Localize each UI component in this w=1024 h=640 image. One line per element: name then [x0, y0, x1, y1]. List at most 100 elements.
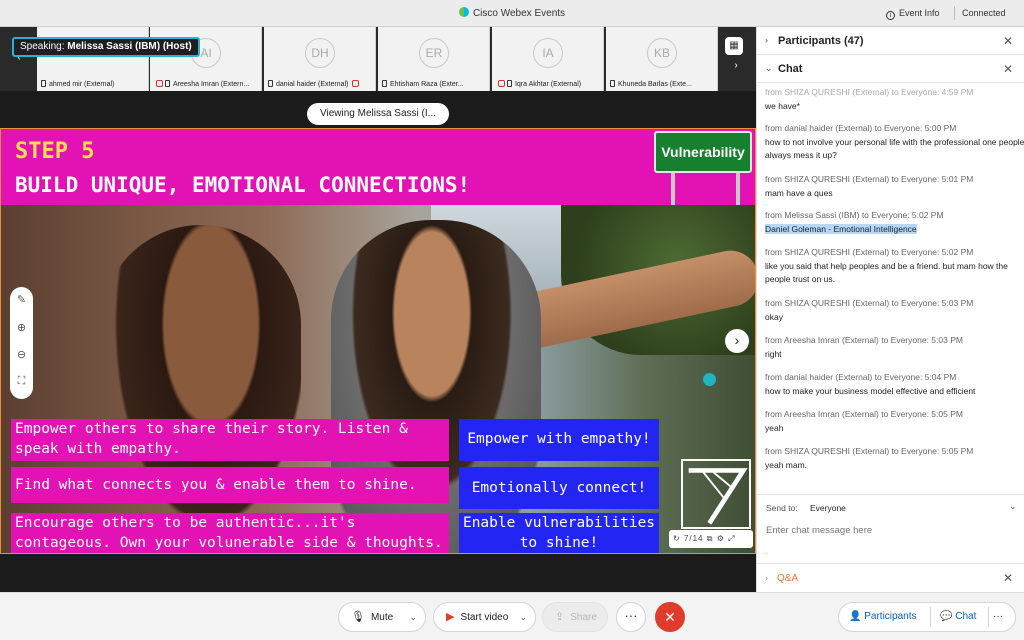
chat-message: from SHIZA QURESHI (External) to Everyon… [765, 247, 1008, 284]
side-panel: › Participants (47) ✕ ⌄ Chat ✕ from SHIZ… [756, 27, 1024, 592]
slide-toolbar: ↻ 7/14 ⧉ ⚙ ⤢ [669, 530, 753, 548]
close-icon[interactable]: ✕ [1003, 62, 1013, 76]
video-off-icon: ▶ [446, 611, 455, 623]
chat-message: from danial haider (External) to Everyon… [765, 372, 976, 396]
share-button[interactable]: ⇪ Share [542, 602, 608, 632]
sign-post [736, 173, 740, 209]
divider [954, 6, 955, 20]
phone-icon [506, 80, 512, 87]
more-button[interactable]: ··· [616, 602, 646, 632]
chevron-down-icon[interactable]: ⌄ [519, 603, 527, 631]
brand-logo [681, 459, 751, 529]
slide-step: STEP 5 [15, 139, 95, 164]
chat-message: from SHIZA QURESHI (External) to Everyon… [765, 174, 974, 198]
event-info-button[interactable]: i Event Info [886, 8, 940, 20]
caption-right: Enable vulnerabilities to shine! [459, 513, 659, 553]
thumbnail-name: ahmed mir (External) [41, 80, 147, 88]
viewing-badge[interactable]: Viewing Melissa Sassi (I... [307, 103, 449, 125]
thumbnail-name: Khuneda Barlas (Exte... [610, 80, 716, 88]
close-icon[interactable]: ✕ [1003, 571, 1013, 585]
thumbnail[interactable]: KB Khuneda Barlas (Exte... [606, 27, 718, 91]
rotate-icon[interactable]: ↻ [673, 534, 681, 543]
phone-icon [382, 80, 387, 87]
thumbnail-name: danial haider (External) [268, 80, 374, 88]
expand-icon[interactable]: ⤢ [728, 534, 735, 543]
highlighted-text[interactable]: Daniel Goleman - Emotional Intelligence [765, 224, 917, 234]
headset-icon [41, 80, 46, 87]
muted-mic-icon [352, 80, 360, 87]
strip-next-button[interactable]: › [727, 57, 745, 75]
thumbnail-name: Areesha Imran (Extern... [154, 80, 260, 88]
microphone-icon: 🎙 [351, 611, 365, 623]
pen-icon[interactable]: ✎ [10, 293, 33, 306]
window-title: Cisco Webex Events [0, 7, 1024, 19]
chat-message: from Areesha Imran (External) to Everyon… [765, 335, 963, 359]
chevron-down-icon: ⌄ [765, 63, 773, 73]
slide-headline: BUILD UNIQUE, EMOTIONAL CONNECTIONS! [15, 173, 471, 197]
chat-message: from danial haider (External) to Everyon… [765, 123, 1024, 160]
muted-mic-icon [156, 80, 163, 87]
thumbnail[interactable]: IA Iqra Akhtar (External) [492, 27, 604, 91]
zoom-in-icon[interactable]: ⊕ [10, 321, 33, 334]
chevron-down-icon[interactable]: ⌄ [409, 603, 417, 631]
connection-status: Connected [962, 8, 1006, 18]
avatar: IA [533, 38, 563, 68]
chevron-right-icon: › [765, 573, 768, 583]
overflow-button[interactable]: ··· [993, 603, 1003, 631]
person-icon: 👤 [849, 611, 862, 622]
chat-button[interactable]: 💬 Chat [940, 603, 976, 631]
sign-post [671, 173, 675, 209]
muted-mic-icon [498, 80, 505, 87]
chat-message: from SHIZA QURESHI (External) to Everyon… [765, 89, 974, 111]
chevron-right-icon: › [765, 35, 768, 45]
zoom-out-icon[interactable]: ⊖ [10, 348, 33, 361]
shared-slide: STEP 5 BUILD UNIQUE, EMOTIONAL CONNECTIO… [0, 128, 756, 554]
phone-icon [164, 80, 170, 87]
slide-next-button[interactable]: › [725, 329, 749, 353]
thumbnail[interactable]: ER Ehtisham Raza (Exter... [378, 27, 490, 91]
participants-header[interactable]: › Participants (47) ✕ [757, 27, 1024, 55]
qa-header[interactable]: › Q&A ✕ [757, 563, 1024, 591]
layout-icon[interactable]: ▦ [725, 37, 743, 55]
participants-button[interactable]: 👤 Participants [849, 603, 916, 631]
chat-icon: 💬 [940, 611, 953, 622]
avatar: ER [419, 38, 449, 68]
thumbnail-name: Ehtisham Raza (Exter... [382, 80, 488, 88]
chevron-down-icon[interactable]: ⌄ [1009, 501, 1017, 512]
chat-compose: Send to: Everyone ⌄ [757, 494, 1024, 564]
annotation-toolbar: ✎ ⊕ ⊖ ⛶ [10, 287, 33, 399]
thumbnail[interactable]: DH danial haider (External) [264, 27, 376, 91]
caption-left: Find what connects you & enable them to … [11, 467, 449, 503]
vulnerability-sign: Vulnerability [654, 131, 752, 173]
pointer-icon [703, 373, 716, 386]
avatar: KB [647, 38, 677, 68]
fit-icon[interactable]: ⛶ [10, 375, 33, 388]
page-indicator: 7/14 [683, 534, 704, 543]
share-icon: ⇪ [555, 611, 565, 623]
start-video-button[interactable]: ▶ Start video ⌄ [433, 602, 536, 632]
avatar: DH [305, 38, 335, 68]
close-icon[interactable]: ✕ [1003, 34, 1013, 48]
mute-button[interactable]: 🎙 Mute ⌄ [338, 602, 426, 632]
title-bar: Cisco Webex Events i Event Info Connected [0, 0, 1024, 27]
chat-input[interactable] [766, 521, 1006, 539]
leave-button[interactable]: ✕ [655, 602, 685, 632]
chat-messages: from SHIZA QURESHI (External) to Everyon… [757, 89, 1024, 494]
chat-message: from Melissa Sassi (IBM) to Everyone: 5:… [765, 210, 944, 234]
info-icon: i [886, 11, 895, 20]
chat-message: from Areesha Imran (External) to Everyon… [765, 409, 963, 433]
chat-header[interactable]: ⌄ Chat ✕ [757, 55, 1024, 83]
sync-icon[interactable]: ⧉ [707, 534, 714, 543]
active-speaker-label: Speaking: Melissa Sassi (IBM) (Host) [12, 37, 200, 57]
caption-left: Empower others to share their story. Lis… [11, 419, 449, 461]
webex-logo-icon [458, 7, 469, 17]
seven-logo-icon [688, 468, 748, 525]
send-to-select[interactable]: Everyone [810, 503, 846, 513]
chat-message: from SHIZA QURESHI (External) to Everyon… [765, 298, 974, 322]
chat-message: from SHIZA QURESHI (External) to Everyon… [765, 446, 974, 470]
thumbnail-name: Iqra Akhtar (External) [496, 80, 602, 88]
caption-left: Encourage others to be authentic...it's … [11, 513, 449, 553]
settings-icon[interactable]: ⚙ [717, 534, 725, 543]
phone-icon [268, 80, 273, 87]
meeting-controls: 🎙 Mute ⌄ ▶ Start video ⌄ ⇪ Share ··· ✕ 👤 Pa… [0, 592, 1024, 640]
